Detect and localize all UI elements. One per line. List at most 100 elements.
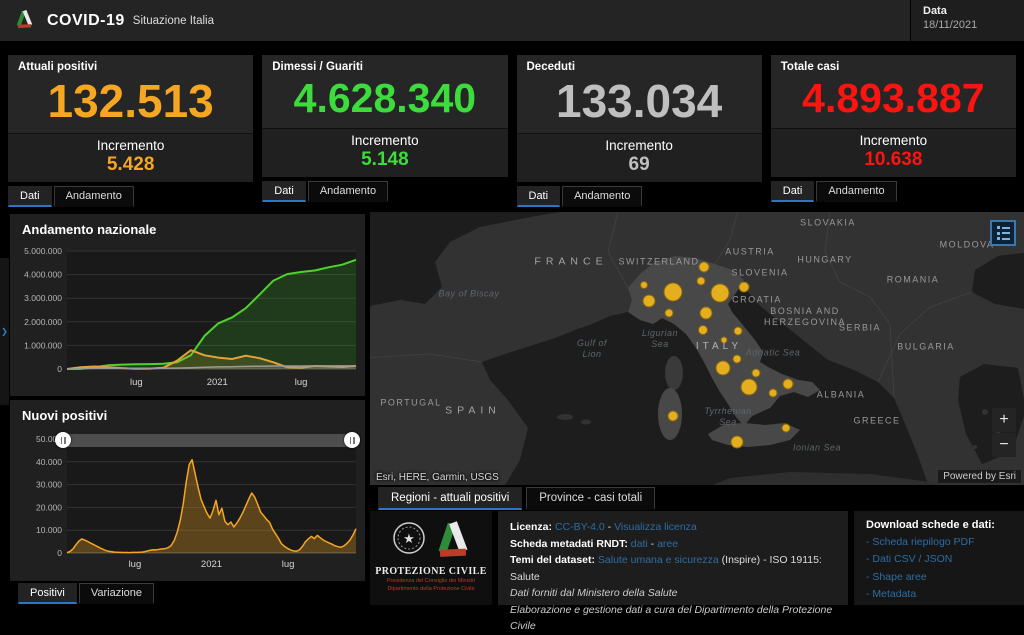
svg-text:40.000: 40.000 bbox=[36, 457, 62, 467]
increment-label: Incremento bbox=[96, 138, 165, 154]
download-link-shape-aree[interactable]: - Shape aree bbox=[866, 569, 1012, 586]
tab-variazione[interactable]: Variazione bbox=[78, 583, 155, 604]
tab-andamento[interactable]: Andamento bbox=[562, 186, 643, 208]
map-layer-tabs: Regioni - attuali positivi Province - cas… bbox=[378, 487, 656, 510]
stat-card-deceduti: Deceduti 133.034 Incremento 69 Dati Andamento bbox=[516, 55, 762, 208]
svg-text:1.000.000: 1.000.000 bbox=[24, 340, 62, 350]
tab-positivi[interactable]: Positivi bbox=[18, 583, 77, 604]
download-section: Download schede e dati: - Scheda riepilo… bbox=[854, 511, 1024, 605]
slider-handle-left[interactable] bbox=[55, 432, 71, 448]
tab-dati[interactable]: Dati bbox=[262, 181, 306, 203]
case-bubble[interactable] bbox=[698, 325, 708, 335]
case-bubble[interactable] bbox=[782, 378, 794, 390]
corsica bbox=[665, 356, 683, 390]
download-link-scheda-riepilogo-pdf[interactable]: - Scheda riepilogo PDF bbox=[866, 534, 1012, 551]
case-bubble[interactable] bbox=[751, 368, 761, 378]
case-bubble[interactable] bbox=[715, 360, 731, 376]
card-tabs: Dati Andamento bbox=[770, 181, 1016, 203]
national-trend-panel: Andamento nazionale 0 1.000.000 2.000.000 3… bbox=[10, 214, 365, 396]
case-bubble[interactable] bbox=[733, 326, 743, 336]
increment-label: Incremento bbox=[859, 133, 928, 149]
case-bubble[interactable] bbox=[738, 281, 750, 293]
protezione-civile-logo-block: ★ PROTEZIONE CIVILE Presidenza del Consi… bbox=[370, 511, 492, 605]
national-trend-title: Andamento nazionale bbox=[22, 222, 157, 237]
balearic-2 bbox=[581, 419, 591, 425]
case-bubble[interactable] bbox=[740, 378, 758, 396]
stat-card-dimessi-guariti: Dimessi / Guariti 4.628.340 Incremento 5.14… bbox=[262, 55, 508, 207]
case-bubble[interactable] bbox=[698, 261, 710, 273]
tab-andamento[interactable]: Andamento bbox=[307, 181, 389, 203]
collapsed-panel-strip[interactable]: ❯ bbox=[0, 258, 9, 405]
svg-text:lug: lug bbox=[129, 559, 142, 570]
case-bubble[interactable] bbox=[696, 276, 706, 286]
italy-map[interactable]: SLOVAKIA MOLDOVA AUSTRIA HUNGARY FRANCE SWITZ… bbox=[370, 212, 1024, 485]
case-bubble[interactable] bbox=[663, 282, 683, 302]
download-title: Download schede e dati: bbox=[866, 519, 995, 531]
license-link[interactable]: CC-BY-4.0 bbox=[555, 521, 605, 533]
layer-list-icon bbox=[996, 226, 1010, 240]
time-range-slider[interactable] bbox=[55, 432, 360, 448]
license-link[interactable]: Visualizza licenza bbox=[614, 521, 697, 533]
download-link-metadata[interactable]: - Metadata bbox=[866, 586, 1012, 603]
svg-text:3.000.000: 3.000.000 bbox=[24, 293, 62, 303]
tab-andamento[interactable]: Andamento bbox=[816, 181, 897, 203]
slider-handle-right[interactable] bbox=[344, 432, 360, 448]
tab-regioni-attuali-positivi[interactable]: Regioni - attuali positivi bbox=[378, 487, 523, 510]
tricolor-logo-icon bbox=[434, 518, 472, 563]
case-bubble[interactable] bbox=[710, 283, 730, 303]
case-bubble[interactable] bbox=[664, 308, 674, 318]
zoom-in-button[interactable]: + bbox=[992, 408, 1016, 432]
svg-text:10.000: 10.000 bbox=[36, 525, 62, 535]
license-line: Elaborazione e gestione dati a cura del … bbox=[510, 602, 836, 635]
case-bubble[interactable] bbox=[667, 410, 679, 422]
tab-andamento[interactable]: Andamento bbox=[53, 186, 134, 208]
license-text: - bbox=[604, 521, 615, 533]
date-value: 18/11/2021 bbox=[923, 19, 978, 31]
svg-text:lug: lug bbox=[130, 377, 143, 388]
increment-value: 69 bbox=[628, 154, 650, 176]
svg-text:★: ★ bbox=[403, 531, 415, 546]
license-text: Scheda metadati RNDT: bbox=[510, 537, 631, 550]
zoom-out-button[interactable]: − bbox=[992, 433, 1016, 457]
case-bubble[interactable] bbox=[720, 336, 728, 344]
svg-text:2021: 2021 bbox=[207, 377, 228, 388]
case-bubble[interactable] bbox=[781, 423, 791, 433]
case-bubble[interactable] bbox=[768, 388, 778, 398]
svg-text:5.000.000: 5.000.000 bbox=[24, 246, 62, 256]
expand-chevron-icon[interactable]: ❯ bbox=[1, 327, 8, 336]
license-link[interactable]: Salute umana e sicurezza bbox=[598, 554, 719, 566]
stat-card-attuali-positivi: Attuali positivi 132.513 Incremento 5.428 Da… bbox=[8, 55, 254, 208]
card-value: 132.513 bbox=[47, 75, 214, 127]
case-bubble[interactable] bbox=[699, 306, 713, 320]
license-line: Dati forniti dal Ministero della Salute bbox=[510, 585, 836, 602]
presidenza-emblem-icon: ★ bbox=[391, 520, 427, 561]
stat-cards-row: Attuali positivi 132.513 Incremento 5.428 Da… bbox=[8, 55, 1016, 208]
license-line: Temi del dataset: Salute umana e sicurez… bbox=[510, 552, 836, 585]
trend-tabs: Positivi Variazione bbox=[18, 583, 155, 604]
svg-text:4.000.000: 4.000.000 bbox=[24, 270, 62, 280]
download-link-dati-csv-json[interactable]: - Dati CSV / JSON bbox=[866, 551, 1012, 568]
svg-text:0: 0 bbox=[57, 364, 62, 374]
license-text: Temi del dataset: bbox=[510, 554, 598, 567]
logo-subtitle-2: Dipartimento della Protezione Civile bbox=[387, 586, 475, 593]
svg-text:lug: lug bbox=[295, 377, 308, 388]
page-title: COVID-19 bbox=[47, 11, 125, 29]
card-tabs: Dati Andamento bbox=[8, 186, 253, 208]
card-value: 4.628.340 bbox=[293, 75, 477, 121]
date-label: Data bbox=[923, 5, 947, 17]
stat-card-totale-casi: Totale casi 4.893.887 Incremento 10.638 Dati… bbox=[770, 55, 1016, 207]
tab-dati[interactable]: Dati bbox=[8, 186, 52, 208]
case-bubble[interactable] bbox=[730, 435, 744, 449]
case-bubble[interactable] bbox=[642, 294, 656, 308]
license-link[interactable]: dati bbox=[631, 538, 648, 550]
case-bubble[interactable] bbox=[732, 354, 742, 364]
svg-text:0: 0 bbox=[57, 548, 62, 558]
layer-list-button[interactable] bbox=[990, 220, 1016, 246]
case-bubble[interactable] bbox=[640, 281, 648, 289]
increment-label: Incremento bbox=[351, 133, 419, 149]
tab-dati[interactable]: Dati bbox=[516, 186, 561, 208]
license-link[interactable]: aree bbox=[657, 538, 678, 550]
tab-dati[interactable]: Dati bbox=[770, 181, 815, 203]
tab-province-casi-totali[interactable]: Province - casi totali bbox=[526, 487, 656, 510]
license-info: Licenza: CC-BY-4.0 - Visualizza licenza S… bbox=[498, 511, 848, 632]
